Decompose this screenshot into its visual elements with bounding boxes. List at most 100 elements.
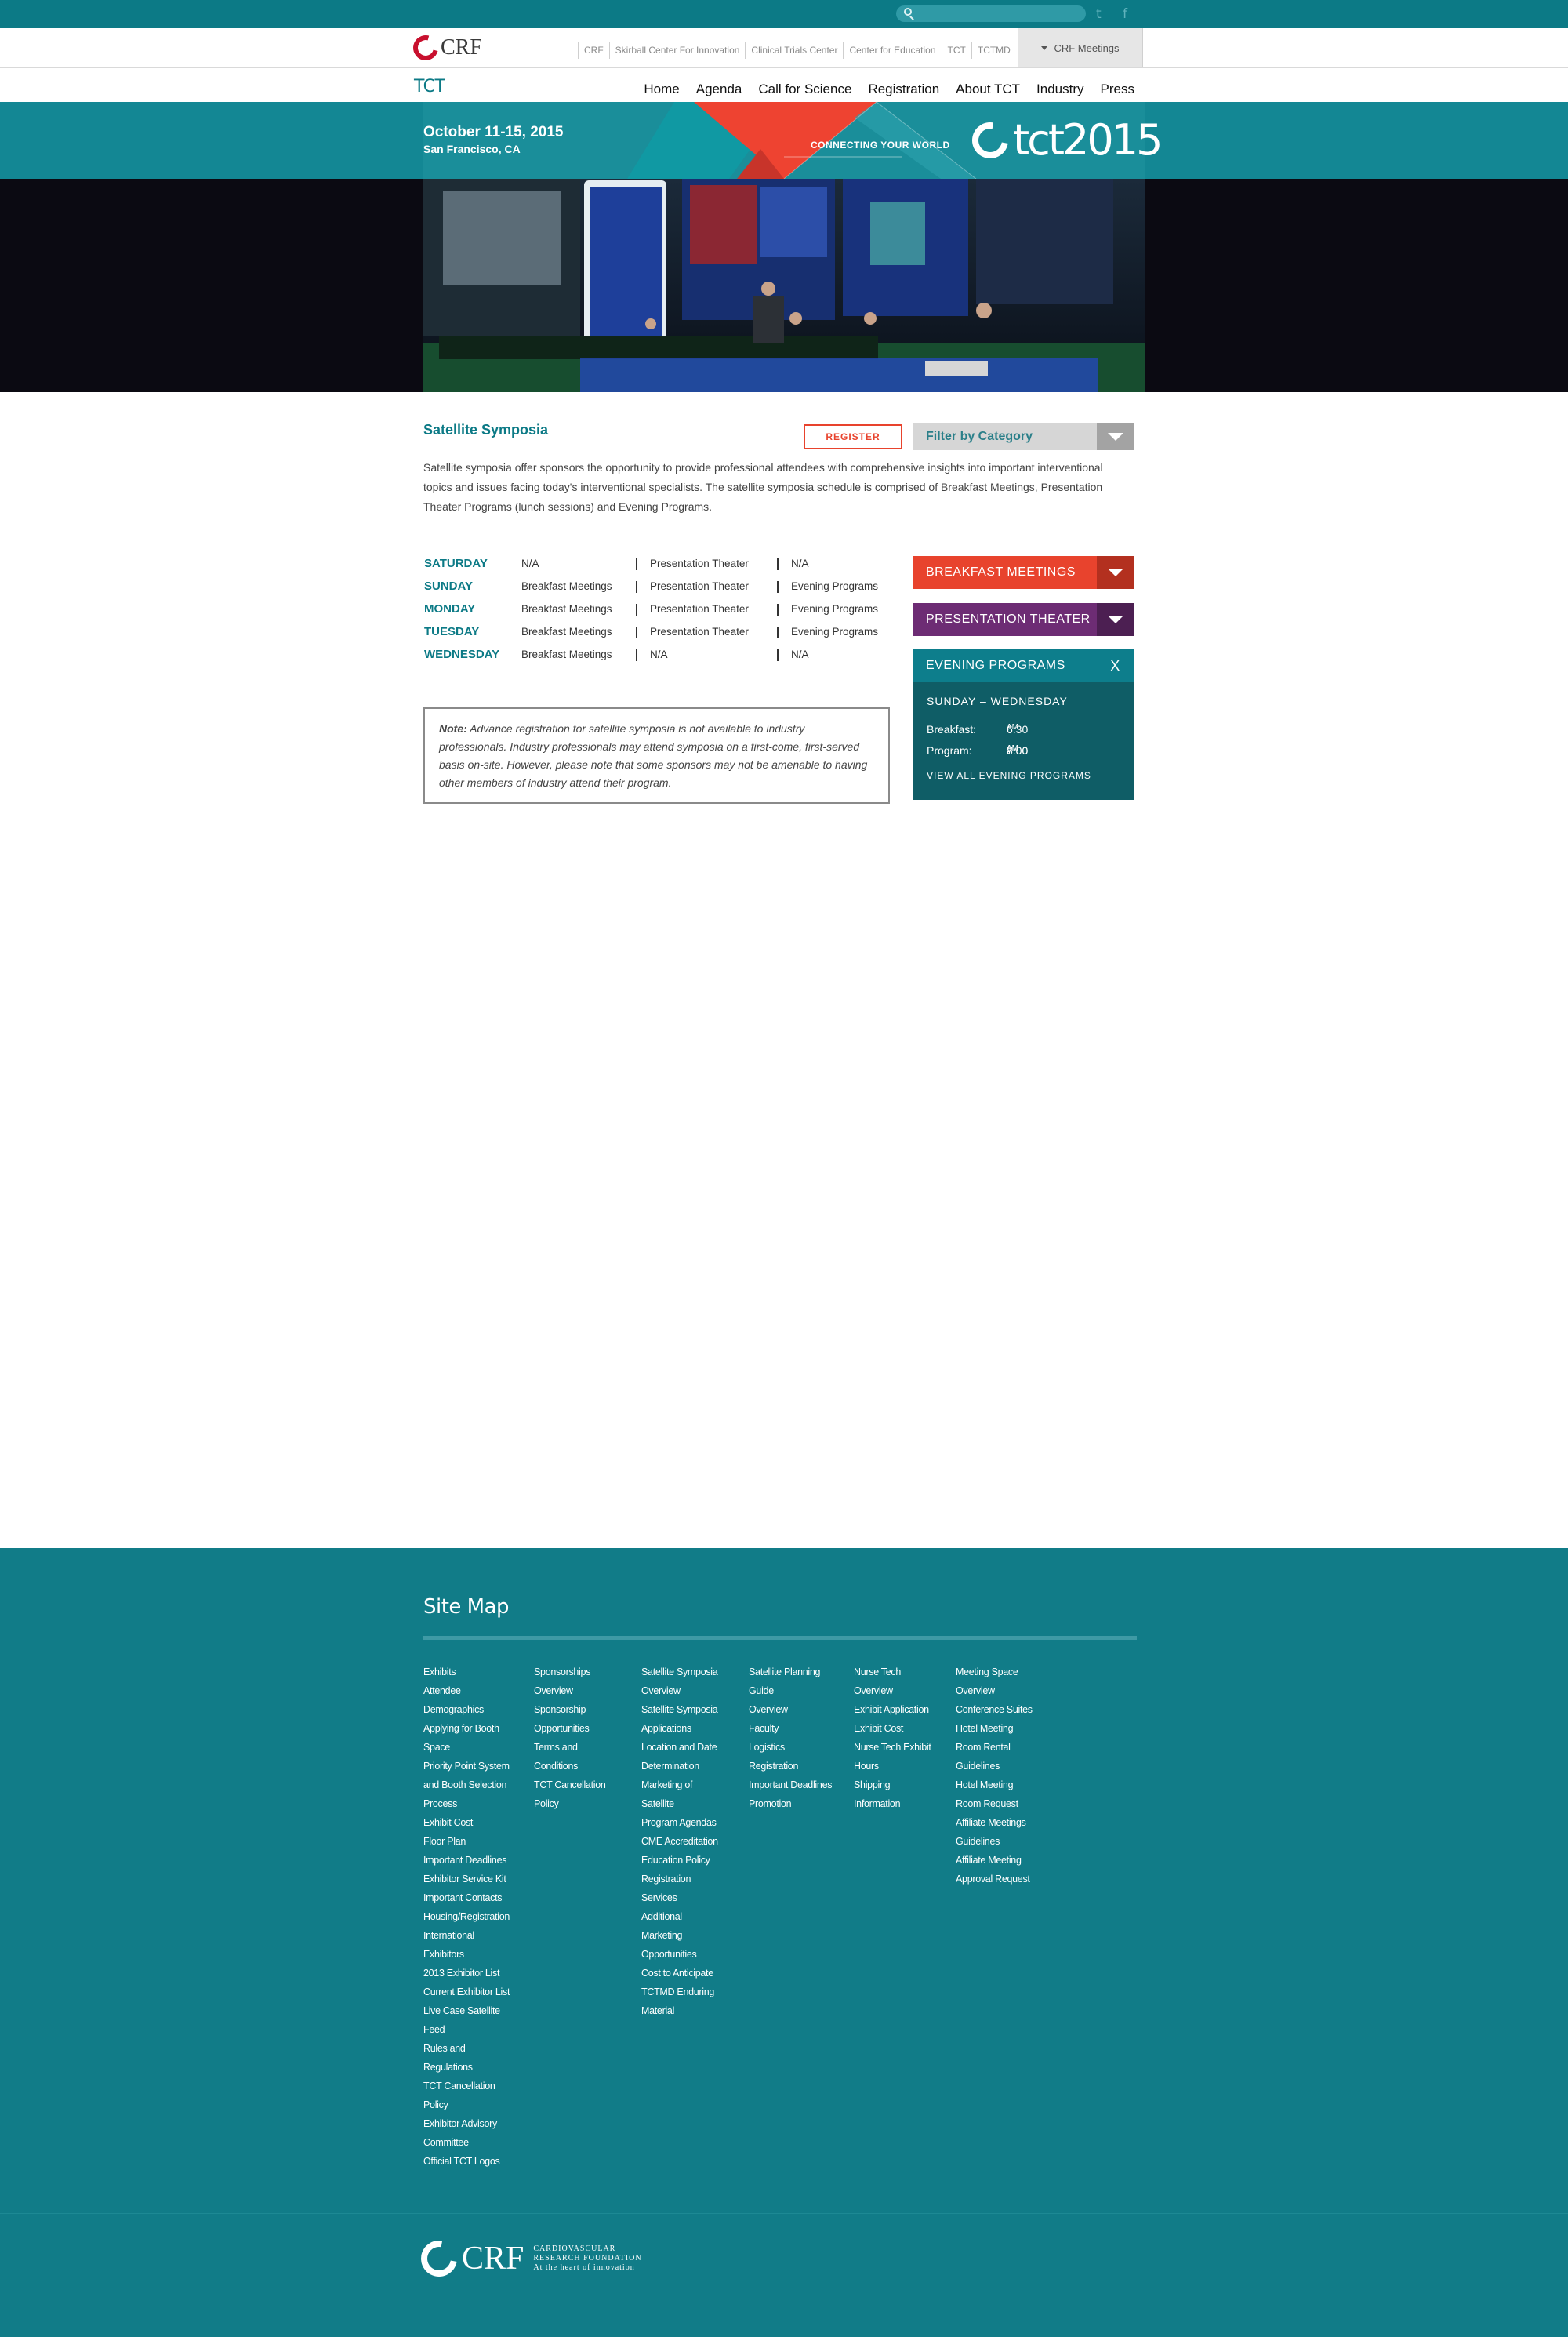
sitemap-link[interactable]: and Booth Selection [423,1775,525,1794]
skirball-link[interactable]: Skirball Center For Innovation [608,42,746,59]
sitemap-link[interactable]: Applying for Booth [423,1719,525,1738]
sitemap-link[interactable]: Housing/Registration [423,1907,525,1926]
sitemap-link[interactable]: Overview [641,1681,743,1700]
sitemap-link[interactable]: Satellite [641,1794,743,1813]
sitemap-link[interactable]: Location and Date [641,1738,743,1757]
sitemap-link[interactable]: 2013 Exhibitor List [423,1964,525,1983]
filter-by-category-dropdown[interactable]: Filter by Category [913,423,1134,450]
sitemap-link[interactable]: Terms and [534,1738,636,1757]
nav-agenda[interactable]: Agenda [696,82,742,97]
register-button[interactable]: REGISTER [804,424,902,449]
tct-brand[interactable]: TCT [414,77,445,96]
sitemap-link[interactable]: Priority Point System [423,1757,525,1775]
sitemap-link[interactable]: International [423,1926,525,1945]
sitemap-link[interactable]: Regulations [423,2058,525,2077]
sitemap-link[interactable]: Exhibit Application [854,1700,956,1719]
sitemap-link[interactable]: Applications [641,1719,743,1738]
sitemap-link[interactable]: Marketing [641,1926,743,1945]
sitemap-link[interactable]: Cost to Anticipate [641,1964,743,1983]
breakfast-meetings-accordion[interactable]: BREAKFAST MEETINGS [913,556,1134,589]
nav-about-tct[interactable]: About TCT [956,82,1020,97]
sitemap-link[interactable]: Exhibitor Service Kit [423,1870,525,1888]
sitemap-link[interactable]: Exhibitor Advisory [423,2114,525,2133]
sitemap-link[interactable]: Satellite Symposia [641,1700,743,1719]
sitemap-link[interactable]: Current Exhibitor List [423,1983,525,2001]
sitemap-link[interactable]: Important Deadlines [423,1851,525,1870]
sitemap-link[interactable]: Promotion [749,1794,851,1813]
sitemap-link[interactable]: Nurse Tech [854,1663,956,1681]
facebook-icon[interactable]: f [1123,6,1127,22]
sitemap-link[interactable]: Policy [534,1794,636,1813]
view-all-evening-programs-link[interactable]: VIEW ALL EVENING PROGRAMS [927,770,1120,781]
sitemap-link[interactable]: Official TCT Logos [423,2152,525,2171]
sitemap-link[interactable]: Opportunities [641,1945,743,1964]
sitemap-link[interactable]: Nurse Tech Exhibit [854,1738,956,1757]
sitemap-link[interactable]: TCT Cancellation [423,2077,525,2095]
sitemap-link[interactable]: Overview [534,1681,636,1700]
nav-industry[interactable]: Industry [1036,82,1083,97]
sitemap-link[interactable]: TCTMD Enduring [641,1983,743,2001]
sitemap-link[interactable]: Rules and [423,2039,525,2058]
sitemap-link[interactable]: Information [854,1794,956,1813]
crf-link[interactable]: CRF [578,42,609,59]
sitemap-link[interactable]: Approval Request [956,1870,1058,1888]
sitemap-link[interactable]: Satellite Symposia [641,1663,743,1681]
search-input[interactable] [918,7,1075,20]
sitemap-link[interactable]: Sponsorships [534,1663,636,1681]
tct-link[interactable]: TCT [941,42,971,59]
sitemap-link[interactable]: Exhibit Cost [854,1719,956,1738]
sitemap-link[interactable]: Affiliate Meetings [956,1813,1058,1832]
crf-footer-logo[interactable]: CRF CARDIOVASCULAR RESEARCH FOUNDATION A… [413,2233,642,2284]
nav-registration[interactable]: Registration [868,82,939,97]
sitemap-link[interactable]: Overview [749,1700,851,1719]
sitemap-link[interactable]: Affiliate Meeting [956,1851,1058,1870]
sitemap-link[interactable]: Feed [423,2020,525,2039]
sitemap-link[interactable]: Faculty [749,1719,851,1738]
sitemap-link[interactable]: Conference Suites [956,1700,1058,1719]
sitemap-link[interactable]: Committee [423,2133,525,2152]
sitemap-link[interactable]: Marketing of [641,1775,743,1794]
clinical-trials-link[interactable]: Clinical Trials Center [745,42,843,59]
sitemap-link[interactable]: Guidelines [956,1832,1058,1851]
sitemap-link[interactable]: Room Request [956,1794,1058,1813]
sitemap-link[interactable]: Additional [641,1907,743,1926]
nav-press[interactable]: Press [1101,82,1134,97]
sitemap-link[interactable]: Program Agendas [641,1813,743,1832]
sitemap-link[interactable]: Sponsorship [534,1700,636,1719]
sitemap-link[interactable]: Live Case Satellite [423,2001,525,2020]
nav-call-for-science[interactable]: Call for Science [758,82,851,97]
sitemap-link[interactable]: Demographics [423,1700,525,1719]
sitemap-link[interactable]: Exhibit Cost [423,1813,525,1832]
tct2015-logo[interactable]: tct2015 [964,114,1163,166]
sitemap-link[interactable]: Material [641,2001,743,2020]
sitemap-link[interactable]: Process [423,1794,525,1813]
sitemap-link[interactable]: Hotel Meeting [956,1719,1058,1738]
sitemap-link[interactable]: Overview [956,1681,1058,1700]
sitemap-link[interactable]: Guide [749,1681,851,1700]
sitemap-link[interactable]: Important Deadlines [749,1775,851,1794]
sitemap-link[interactable]: Guidelines [956,1757,1058,1775]
nav-home[interactable]: Home [644,82,679,97]
sitemap-link[interactable]: Registration [749,1757,851,1775]
sitemap-link[interactable]: Meeting Space [956,1663,1058,1681]
sitemap-link[interactable]: Hours [854,1757,956,1775]
sitemap-link[interactable]: Exhibits [423,1663,525,1681]
sitemap-link[interactable]: Exhibitors [423,1945,525,1964]
sitemap-link[interactable]: Floor Plan [423,1832,525,1851]
crf-logo[interactable]: CRF [408,31,482,65]
sitemap-link[interactable]: Opportunities [534,1719,636,1738]
sitemap-link[interactable]: Room Rental [956,1738,1058,1757]
sitemap-link[interactable]: TCT Cancellation [534,1775,636,1794]
sitemap-link[interactable]: Hotel Meeting [956,1775,1058,1794]
sitemap-link[interactable]: CME Accreditation [641,1832,743,1851]
sitemap-link[interactable]: Overview [854,1681,956,1700]
close-icon[interactable]: X [1097,658,1134,674]
sitemap-link[interactable]: Registration [641,1870,743,1888]
tctmd-link[interactable]: TCTMD [971,42,1016,59]
sitemap-link[interactable]: Important Contacts [423,1888,525,1907]
sitemap-link[interactable]: Satellite Planning [749,1663,851,1681]
evening-programs-accordion[interactable]: EVENING PROGRAMS X [913,649,1134,682]
sitemap-link[interactable]: Conditions [534,1757,636,1775]
crf-meetings-dropdown[interactable]: CRF Meetings [1018,28,1143,67]
sitemap-link[interactable]: Determination [641,1757,743,1775]
